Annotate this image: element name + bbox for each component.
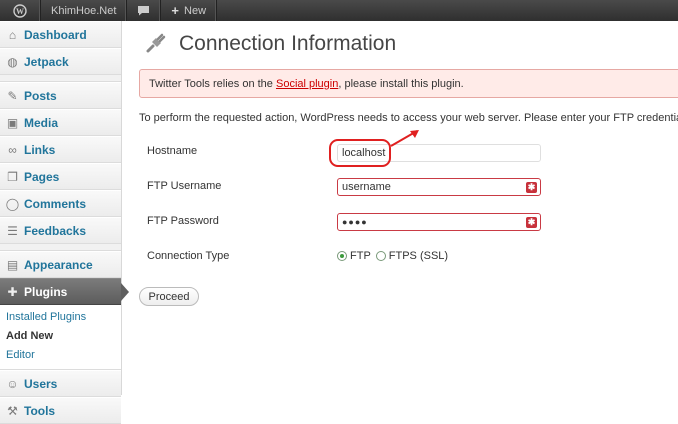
notice-text-prefix: Twitter Tools relies on the	[149, 77, 273, 90]
sidebar-item-plugins[interactable]: ✚ Plugins	[0, 278, 129, 305]
feedback-icon: ☰	[7, 223, 18, 238]
sidebar-item-jetpack[interactable]: ◍ Jetpack	[0, 48, 121, 75]
ftp-password-label: FTP Password	[147, 215, 219, 227]
plus-icon: +	[171, 3, 180, 18]
sidebar-item-media[interactable]: ▣ Media	[0, 109, 121, 136]
page-header: Connection Information	[143, 21, 678, 67]
comment-icon: ◯	[5, 196, 20, 211]
sidebar-item-label: Media	[24, 115, 59, 130]
submenu-add-new[interactable]: Add New	[0, 327, 121, 346]
sidebar-item-label: Dashboard	[24, 27, 87, 42]
annotation-highlight-box	[329, 139, 391, 167]
media-icon: ▣	[6, 115, 19, 130]
sidebar-item-label: Posts	[24, 88, 57, 103]
pin-icon: ✎	[7, 88, 18, 103]
ftp-radio[interactable]	[337, 251, 347, 261]
main-content: Connection Information Twitter Tools rel…	[139, 21, 678, 306]
sidebar-item-tools[interactable]: ⚒ Tools	[0, 397, 121, 424]
sidebar-item-feedbacks[interactable]: ☰ Feedbacks	[0, 217, 121, 244]
sidebar-item-label: Tools	[24, 403, 56, 418]
sidebar-item-comments[interactable]: ◯ Comments	[0, 190, 121, 217]
ftp-description: To perform the requested action, WordPre…	[139, 112, 678, 124]
appearance-icon: ▤	[6, 257, 19, 272]
users-icon: ☺	[6, 376, 19, 391]
sidebar-item-appearance[interactable]: ▤ Appearance	[0, 251, 121, 278]
sidebar-item-label: Users	[24, 376, 58, 391]
submenu-editor[interactable]: Editor	[0, 346, 121, 365]
error-icon: ✱	[526, 217, 537, 228]
plugins-submenu: Installed Plugins Add New Editor	[0, 305, 121, 370]
username-value: username	[342, 181, 391, 193]
sidebar-item-label: Feedbacks	[24, 223, 87, 238]
ftp-username-label: FTP Username	[147, 180, 222, 192]
proceed-button[interactable]: Proceed	[139, 287, 199, 306]
connection-type-label: Connection Type	[147, 250, 230, 262]
pages-icon: ❐	[7, 169, 18, 184]
sidebar-item-pages[interactable]: ❐ Pages	[0, 163, 121, 190]
add-new-label: New	[184, 4, 207, 17]
ftps-option-label[interactable]: FTPS (SSL)	[389, 250, 448, 262]
sidebar-item-users[interactable]: ☺ Users	[0, 370, 121, 397]
add-new-menu[interactable]: + New	[161, 0, 218, 21]
ftp-option-label[interactable]: FTP	[350, 250, 371, 262]
sidebar-item-label: Comments	[24, 196, 87, 211]
sidebar-item-label: Plugins	[24, 284, 68, 299]
submenu-installed-plugins[interactable]: Installed Plugins	[0, 308, 121, 327]
hostname-label: Hostname	[147, 145, 198, 157]
sidebar-item-dashboard[interactable]: ⌂ Dashboard	[0, 21, 121, 48]
connection-type-options: FTP FTPS (SSL)	[337, 250, 448, 262]
menu-separator	[0, 244, 121, 251]
wordpress-logo-icon[interactable]: W	[0, 0, 41, 21]
sidebar-item-label: Pages	[24, 169, 60, 184]
svg-text:W: W	[16, 7, 24, 16]
social-plugin-link[interactable]: Social plugin	[276, 78, 338, 90]
admin-bar: W KhimHoe.Net + New	[0, 0, 678, 21]
dashboard-icon: ⌂	[8, 27, 17, 42]
notice-text-suffix: , please install this plugin.	[338, 77, 464, 90]
sidebar-item-links[interactable]: ∞ Links	[0, 136, 121, 163]
ftps-radio[interactable]	[375, 251, 386, 261]
site-name-link[interactable]: KhimHoe.Net	[41, 0, 128, 21]
link-icon: ∞	[8, 142, 17, 157]
sidebar-item-label: Appearance	[24, 257, 93, 272]
error-icon: ✱	[526, 182, 537, 193]
sidebar-item-posts[interactable]: ✎ Posts	[0, 82, 121, 109]
annotation-arrow-icon	[390, 130, 419, 147]
ftp-username-field[interactable]: username ✱	[337, 178, 541, 196]
tools-icon: ⚒	[7, 403, 18, 418]
plugin-icon: ✚	[7, 284, 18, 299]
comments-bubble-icon[interactable]	[127, 0, 162, 21]
sidebar-item-label: Links	[24, 142, 56, 157]
plugin-plug-icon	[143, 30, 169, 59]
admin-sidebar: ⌂ Dashboard ◍ Jetpack ✎ Posts ▣ Media ∞ …	[0, 21, 129, 424]
jetpack-icon: ◍	[7, 54, 18, 69]
password-value: ●●●●	[342, 217, 368, 227]
ftp-password-field[interactable]: ●●●● ✱	[337, 213, 541, 231]
error-notice: Twitter Tools relies on the Social plugi…	[139, 69, 678, 98]
page-title: Connection Information	[179, 32, 397, 55]
menu-separator	[0, 75, 121, 82]
sidebar-item-label: Jetpack	[24, 54, 69, 69]
